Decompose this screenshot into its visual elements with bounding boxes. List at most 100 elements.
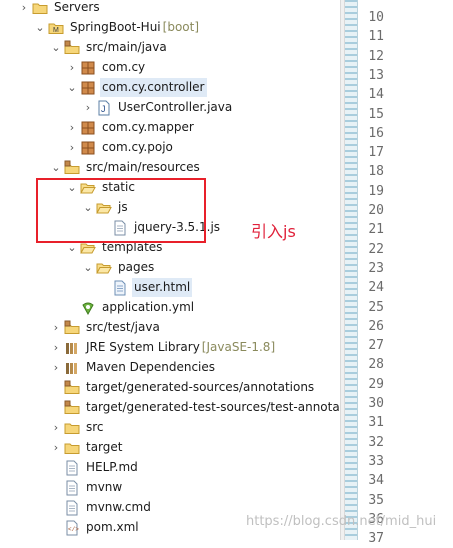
chevron-right-icon[interactable]: › <box>66 58 78 77</box>
line-number: 33 <box>368 453 384 469</box>
chevron-down-icon[interactable]: ⌄ <box>66 238 78 257</box>
chevron-right-icon[interactable]: › <box>50 418 62 437</box>
line-number-ruler: 10 11 12 13 14 15 16 17 18 19 20 21 22 23 24 25 26 27 28 29… <box>358 0 386 546</box>
tree-item[interactable]: › com.cy.pojo <box>66 138 175 157</box>
svg-text:J: J <box>101 104 106 114</box>
line-number: 10 <box>368 10 384 25</box>
chevron-right-icon[interactable]: › <box>66 138 78 157</box>
tree-item[interactable]: mvnw.cmd <box>50 498 153 517</box>
chevron-down-icon[interactable]: ⌄ <box>82 198 94 217</box>
tree-item[interactable]: jquery-3.5.1.js <box>98 218 222 237</box>
tree-item[interactable]: ⌄ static <box>66 178 137 197</box>
chevron-down-icon[interactable]: ⌄ <box>66 78 78 97</box>
tree-item[interactable]: › src/test/java <box>50 318 162 337</box>
svg-text:</>: </> <box>68 526 79 533</box>
tree-item[interactable]: </> pom.xml <box>50 518 141 537</box>
xml-file-icon: </> <box>64 520 80 536</box>
tree-item[interactable]: › JRE System Library [JavaSE-1.8] <box>50 338 275 357</box>
tree-item[interactable]: › J UserController.java <box>82 98 234 117</box>
tree-item[interactable]: ⌄ src/main/resources <box>50 158 202 177</box>
tree-item[interactable]: HELP.md <box>50 458 140 477</box>
tree-item[interactable]: ⌄ src/main/java <box>50 38 169 57</box>
chevron-right-icon[interactable]: › <box>66 118 78 137</box>
line-number: 26 <box>368 318 384 334</box>
tree-item-label: user.html <box>132 278 193 297</box>
tree-item[interactable]: › Servers <box>18 0 102 17</box>
tree-item[interactable]: › src <box>50 418 106 437</box>
tree-item[interactable]: mvnw <box>50 478 124 497</box>
chevron-down-icon[interactable]: ⌄ <box>66 178 78 197</box>
chevron-right-icon[interactable]: › <box>18 0 30 17</box>
line-number: 11 <box>368 29 384 45</box>
editor-area[interactable] <box>386 0 453 540</box>
line-number: 24 <box>368 280 384 296</box>
tree-item[interactable]: › com.cy <box>66 58 147 77</box>
tree-item-label: pages <box>118 260 155 274</box>
line-number: 18 <box>368 164 384 180</box>
package-icon <box>80 120 96 136</box>
watermark: https://blog.csdn.net/mid_hui <box>246 514 437 529</box>
tree-item[interactable]: ⌄ pages <box>82 258 156 277</box>
chevron-down-icon[interactable]: ⌄ <box>82 258 94 277</box>
tree-item[interactable]: ⌄ js <box>82 198 130 217</box>
tree-item-label: src/test/java <box>86 320 160 334</box>
library-icon <box>64 340 80 356</box>
line-number: 19 <box>368 183 384 199</box>
tree-item-label: com.cy <box>102 60 146 74</box>
chevron-down-icon[interactable]: ⌄ <box>50 158 62 177</box>
folder-open-icon <box>80 180 96 196</box>
tree-item-label: js <box>118 200 128 214</box>
tree-item[interactable]: ⌄ templates <box>66 238 164 257</box>
tree-item-label: JRE System Library <box>86 340 200 354</box>
package-icon <box>80 60 96 76</box>
line-number: 20 <box>368 203 384 218</box>
maven-project-icon: M <box>48 20 64 36</box>
chevron-right-icon[interactable]: › <box>82 98 94 117</box>
tree-item[interactable]: application.yml <box>66 298 196 317</box>
tree-item-label: Maven Dependencies <box>86 360 216 374</box>
file-icon <box>64 480 80 496</box>
line-number: 35 <box>368 492 384 508</box>
source-folder-icon <box>64 40 80 56</box>
tree-item[interactable]: target/generated-test-sources/test-annot… <box>50 398 365 417</box>
line-number: 30 <box>368 396 384 411</box>
line-number: 13 <box>368 67 384 83</box>
source-folder-icon <box>64 380 80 396</box>
tree-item-label: SpringBoot-Hui <box>70 20 161 34</box>
chevron-right-icon[interactable]: › <box>50 318 62 337</box>
chevron-down-icon[interactable]: ⌄ <box>34 18 46 37</box>
chevron-right-icon[interactable]: › <box>50 358 62 377</box>
chevron-right-icon[interactable]: › <box>50 438 62 457</box>
tree-item-label: pom.xml <box>86 520 139 534</box>
line-number: 22 <box>368 241 384 257</box>
package-icon <box>80 140 96 156</box>
tree-item-label: src <box>86 420 104 434</box>
svg-text:M: M <box>53 27 59 34</box>
line-number: 23 <box>368 260 384 276</box>
tree-item[interactable]: › com.cy.mapper <box>66 118 196 137</box>
tree-item[interactable]: ⌄ M SpringBoot-Hui [boot] <box>34 18 199 37</box>
chevron-right-icon[interactable]: › <box>50 338 62 357</box>
tree-item[interactable]: target/generated-sources/annotations <box>50 378 316 397</box>
line-number: 16 <box>368 125 384 141</box>
tree-item-label: mvnw.cmd <box>86 500 151 514</box>
tree-item-label: mvnw <box>86 480 123 494</box>
tree-item[interactable]: › Maven Dependencies <box>50 358 217 377</box>
source-folder-icon <box>64 320 80 336</box>
file-icon <box>112 220 128 236</box>
line-number: 25 <box>368 299 384 315</box>
tree-item[interactable]: user.html <box>98 278 193 297</box>
tree-item-label: HELP.md <box>86 460 138 474</box>
tree-item[interactable]: ⌄ com.cy.controller <box>66 78 207 97</box>
chevron-down-icon[interactable]: ⌄ <box>50 38 62 57</box>
tree-item[interactable]: › target <box>50 438 125 457</box>
package-icon <box>80 80 96 96</box>
tree-item-label: application.yml <box>102 300 195 314</box>
